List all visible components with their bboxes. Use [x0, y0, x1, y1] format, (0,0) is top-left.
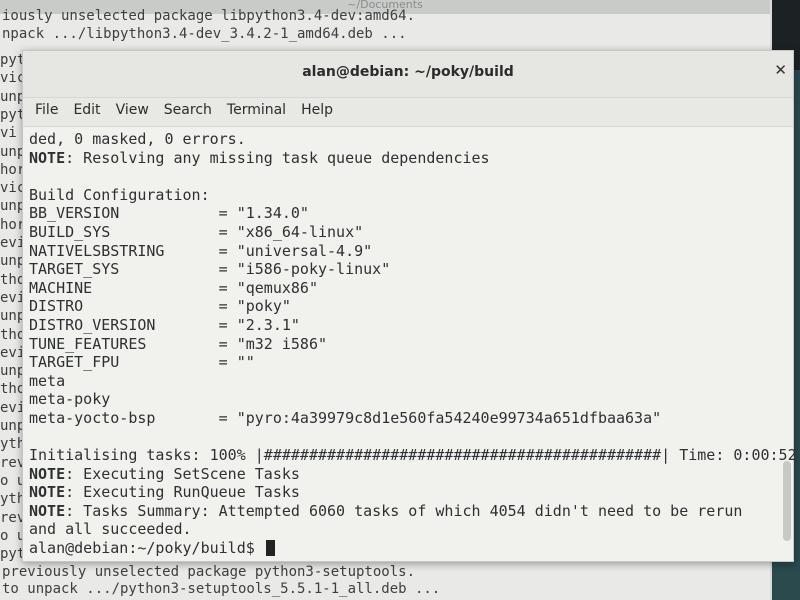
title-bar[interactable]: alan@debian: ~/poky/build ✕: [23, 51, 793, 98]
terminal-window[interactable]: alan@debian: ~/poky/build ✕ File Edit Vi…: [22, 50, 797, 562]
scrollbar[interactable]: [783, 131, 791, 541]
background-line: to unpack .../python3-setuptools_5.5.1-1…: [2, 581, 441, 597]
terminal-line: meta: [29, 372, 793, 391]
background-line: iously unselected package libpython3.4-d…: [2, 8, 416, 24]
menu-bar: File Edit View Search Terminal Help: [23, 98, 793, 127]
line-text: meta-poky: [29, 390, 111, 409]
terminal-line: NATIVELSBSTRING = "universal-4.9": [29, 242, 793, 261]
menu-file[interactable]: File: [29, 98, 67, 126]
terminal-line: ded, 0 masked, 0 errors.: [29, 130, 793, 149]
terminal-line: and all succeeded.: [29, 520, 793, 539]
line-text: TARGET_SYS = "i586-poky-linux": [29, 260, 391, 279]
terminal-line: NOTE: Resolving any missing task queue d…: [29, 149, 793, 168]
line-text: TUNE_FEATURES = "m32 i586": [29, 334, 328, 353]
line-text: ded, 0 masked, 0 errors.: [29, 130, 246, 148]
line-text: TARGET_FPU = "": [29, 353, 255, 372]
note-label: NOTE: [29, 483, 66, 502]
terminal-line: BB_VERSION = "1.34.0": [29, 204, 793, 223]
background-line: previously unselected package python3-se…: [2, 564, 416, 580]
note-label: NOTE: [29, 501, 66, 520]
line-text: MACHINE = "qemux86": [29, 278, 318, 297]
line-text: Initialising tasks: 100% |##############…: [29, 446, 797, 465]
terminal-line: NOTE: Executing RunQueue Tasks: [29, 483, 793, 502]
terminal-line: TARGET_FPU = "": [29, 353, 793, 372]
terminal-line: DISTRO_VERSION = "2.3.1": [29, 316, 793, 335]
terminal-line: TARGET_SYS = "i586-poky-linux": [29, 260, 793, 279]
menu-edit[interactable]: Edit: [67, 98, 109, 126]
line-text: : Executing RunQueue Tasks: [65, 483, 300, 502]
terminal-line: Build Configuration:: [29, 186, 793, 205]
line-text: and all succeeded.: [29, 520, 192, 539]
line-text: Build Configuration:: [29, 185, 210, 204]
line-text: BB_VERSION = "1.34.0": [29, 204, 309, 223]
close-icon[interactable]: ✕: [774, 61, 787, 79]
line-text: DISTRO = "poky": [29, 297, 291, 316]
prompt-text: alan@debian:~/poky/build$: [29, 539, 264, 558]
terminal-line: meta-poky: [29, 390, 793, 409]
line-text: : Executing SetScene Tasks: [65, 464, 300, 483]
terminal-line: NOTE: Tasks Summary: Attempted 6060 task…: [29, 502, 793, 521]
line-text: meta: [29, 371, 66, 390]
line-text: DISTRO_VERSION = "2.3.1": [29, 315, 300, 334]
note-label: NOTE: [29, 464, 66, 483]
note-label: NOTE: [29, 148, 66, 167]
background-line: npack .../libpython3.4-dev_3.4.2-1_amd64…: [2, 26, 407, 42]
window-title: alan@debian: ~/poky/build: [302, 64, 514, 80]
line-text: NATIVELSBSTRING = "universal-4.9": [29, 241, 373, 260]
terminal-line: NOTE: Executing SetScene Tasks: [29, 465, 793, 484]
line-text: BUILD_SYS = "x86_64-linux": [29, 222, 364, 241]
terminal-line: MACHINE = "qemux86": [29, 279, 793, 298]
menu-terminal[interactable]: Terminal: [221, 98, 295, 126]
command-prompt[interactable]: alan@debian:~/poky/build$: [29, 539, 793, 558]
terminal-line: Initialising tasks: 100% |##############…: [29, 446, 797, 465]
line-text: meta-yocto-bsp = "pyro:4a39979c8d1e560fa…: [29, 408, 662, 427]
terminal-line: meta-yocto-bsp = "pyro:4a39979c8d1e560fa…: [29, 409, 793, 428]
terminal-line: DISTRO = "poky": [29, 297, 793, 316]
line-text: : Tasks Summary: Attempted 6060 tasks of…: [65, 501, 743, 520]
cursor: [265, 540, 275, 557]
terminal-line: TUNE_FEATURES = "m32 i586": [29, 335, 793, 354]
menu-view[interactable]: View: [110, 98, 158, 126]
menu-help[interactable]: Help: [295, 98, 342, 126]
menu-search[interactable]: Search: [158, 98, 221, 126]
terminal-output[interactable]: ded, 0 masked, 0 errors. NOTE: Resolving …: [23, 127, 797, 558]
terminal-line: BUILD_SYS = "x86_64-linux": [29, 223, 793, 242]
scrollbar-thumb[interactable]: [783, 461, 791, 541]
line-text: : Resolving any missing task queue depen…: [65, 148, 490, 167]
